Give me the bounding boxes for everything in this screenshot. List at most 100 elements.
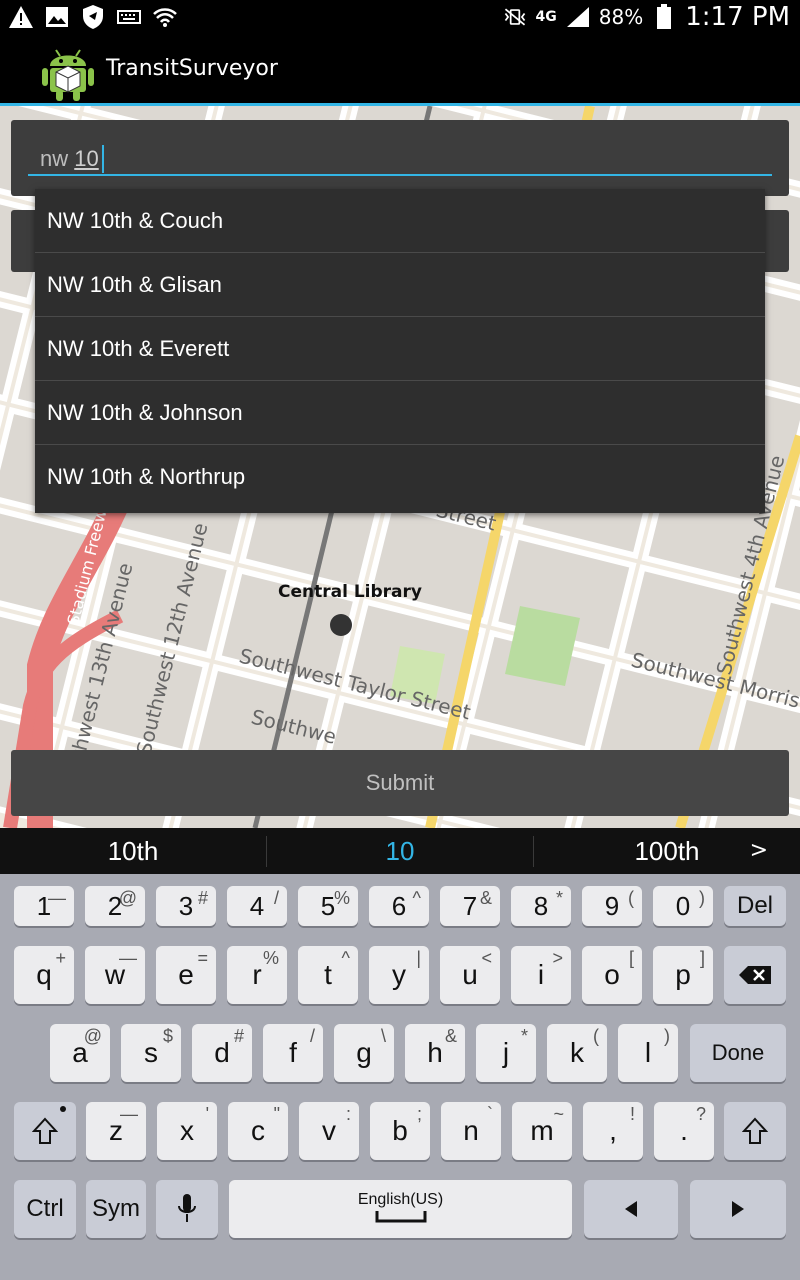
key-secondary-symbol: | <box>416 948 421 968</box>
key-label: m <box>530 1115 554 1146</box>
key-label: p <box>675 959 691 990</box>
sym-key[interactable]: Sym <box>86 1180 146 1238</box>
key-label: i <box>537 959 545 990</box>
key-8[interactable]: 8 * <box>511 886 571 926</box>
key-r[interactable]: r% <box>227 946 287 1004</box>
search-value-composing: 10 <box>74 146 99 171</box>
key-secondary-symbol: ] <box>699 948 705 968</box>
key-1[interactable]: 1— <box>14 886 74 926</box>
key-3[interactable]: 3 # <box>156 886 216 926</box>
key-f[interactable]: f / <box>263 1024 323 1082</box>
action-bar: TransitSurveyor <box>0 34 800 106</box>
key-secondary-symbol: / <box>273 888 279 908</box>
key-secondary-symbol: ^ <box>412 888 421 908</box>
key-y[interactable]: y | <box>369 946 429 1004</box>
delete-key[interactable]: Del <box>724 886 786 926</box>
key-e[interactable]: e = <box>156 946 216 1004</box>
key-label: f <box>289 1037 297 1068</box>
key-m[interactable]: m ~ <box>512 1102 572 1160</box>
key-j[interactable]: j * <box>476 1024 536 1082</box>
submit-button[interactable]: Submit <box>11 750 789 816</box>
key-c[interactable]: c " <box>228 1102 288 1160</box>
key-secondary-symbol: % <box>333 888 350 908</box>
autocomplete-item[interactable]: NW 10th & Northrup <box>35 445 765 509</box>
keyboard-suggestion-bar: 10th 10 100th > <box>0 828 800 874</box>
backspace-key[interactable] <box>724 946 786 1004</box>
key-4[interactable]: 4/ <box>227 886 287 926</box>
key-k[interactable]: k( <box>547 1024 607 1082</box>
key-label: y <box>392 959 406 990</box>
space-key-language-label: English(US) <box>357 1191 444 1208</box>
key-secondary-symbol: > <box>552 948 563 968</box>
key-u[interactable]: u < <box>440 946 500 1004</box>
key-v[interactable]: v: <box>299 1102 359 1160</box>
shift-right-key[interactable] <box>724 1102 786 1160</box>
key-x[interactable]: x ' <box>157 1102 217 1160</box>
map-label-central-library: Central Library <box>278 582 422 602</box>
key-6[interactable]: 6 ^ <box>369 886 429 926</box>
battery-percent: 88% <box>598 5 644 29</box>
key-d[interactable]: d # <box>192 1024 252 1082</box>
key-secondary-symbol: / <box>309 1026 315 1046</box>
key-secondary-symbol: & <box>479 888 492 908</box>
key-secondary-symbol: * <box>555 888 563 908</box>
key-.[interactable]: .? <box>654 1102 714 1160</box>
cursor-right-key[interactable] <box>690 1180 786 1238</box>
key-secondary-symbol: — <box>120 1104 138 1124</box>
image-notification-icon <box>44 4 70 30</box>
key-secondary-symbol: + <box>55 948 66 968</box>
key-secondary-symbol: = <box>197 948 208 968</box>
central-library-stop-marker[interactable] <box>330 614 352 636</box>
key-b[interactable]: b; <box>370 1102 430 1160</box>
key-label: j <box>502 1037 510 1068</box>
key-w[interactable]: w — <box>85 946 145 1004</box>
suggestion-left[interactable]: 10th <box>0 835 267 867</box>
search-input-value: nw 10 <box>40 146 99 172</box>
space-key[interactable]: English(US) <box>229 1180 572 1238</box>
key-s[interactable]: s $ <box>121 1024 181 1082</box>
key-z[interactable]: z — <box>86 1102 146 1160</box>
key-t[interactable]: t ^ <box>298 946 358 1004</box>
key-l[interactable]: l) <box>618 1024 678 1082</box>
key-label: 6 <box>391 890 407 921</box>
autocomplete-dropdown: NW 10th & Couch NW 10th & Glisan NW 10th… <box>35 189 765 513</box>
key-p[interactable]: p] <box>653 946 713 1004</box>
suggestion-middle[interactable]: 10 <box>267 835 534 867</box>
key-2[interactable]: 2 @ <box>85 886 145 926</box>
key-i[interactable]: i > <box>511 946 571 1004</box>
key-g[interactable]: g \ <box>334 1024 394 1082</box>
key-secondary-symbol: ) <box>699 888 705 908</box>
key-,[interactable]: ,! <box>583 1102 643 1160</box>
key-h[interactable]: h & <box>405 1024 465 1082</box>
key-n[interactable]: n ` <box>441 1102 501 1160</box>
key-label: l <box>644 1037 652 1068</box>
done-key[interactable]: Done <box>690 1024 786 1082</box>
shift-icon <box>742 1117 768 1144</box>
app-title: TransitSurveyor <box>106 56 278 81</box>
more-suggestions-chevron-icon[interactable]: > <box>750 838 768 863</box>
cursor-left-key[interactable] <box>584 1180 678 1238</box>
key-label: q <box>36 959 52 990</box>
voice-input-key[interactable] <box>156 1180 218 1238</box>
key-secondary-symbol: ( <box>593 1026 599 1046</box>
autocomplete-item[interactable]: NW 10th & Couch <box>35 189 765 253</box>
key-secondary-symbol: ^ <box>341 948 350 968</box>
key-label: r <box>252 959 262 990</box>
autocomplete-item[interactable]: NW 10th & Everett <box>35 317 765 381</box>
shift-left-key[interactable] <box>14 1102 76 1160</box>
key-label: c <box>251 1115 265 1146</box>
key-label: n <box>463 1115 479 1146</box>
key-q[interactable]: q + <box>14 946 74 1004</box>
key-5[interactable]: 5% <box>298 886 358 926</box>
key-9[interactable]: 9( <box>582 886 642 926</box>
key-a[interactable]: a @ <box>50 1024 110 1082</box>
autocomplete-item[interactable]: NW 10th & Johnson <box>35 381 765 445</box>
autocomplete-item[interactable]: NW 10th & Glisan <box>35 253 765 317</box>
network-type: 4G <box>535 9 557 25</box>
key-secondary-symbol: ? <box>695 1104 706 1124</box>
stop-search-input[interactable] <box>28 140 772 176</box>
ctrl-key[interactable]: Ctrl <box>14 1180 76 1238</box>
key-7[interactable]: 7 & <box>440 886 500 926</box>
key-o[interactable]: o[ <box>582 946 642 1004</box>
key-0[interactable]: 0) <box>653 886 713 926</box>
